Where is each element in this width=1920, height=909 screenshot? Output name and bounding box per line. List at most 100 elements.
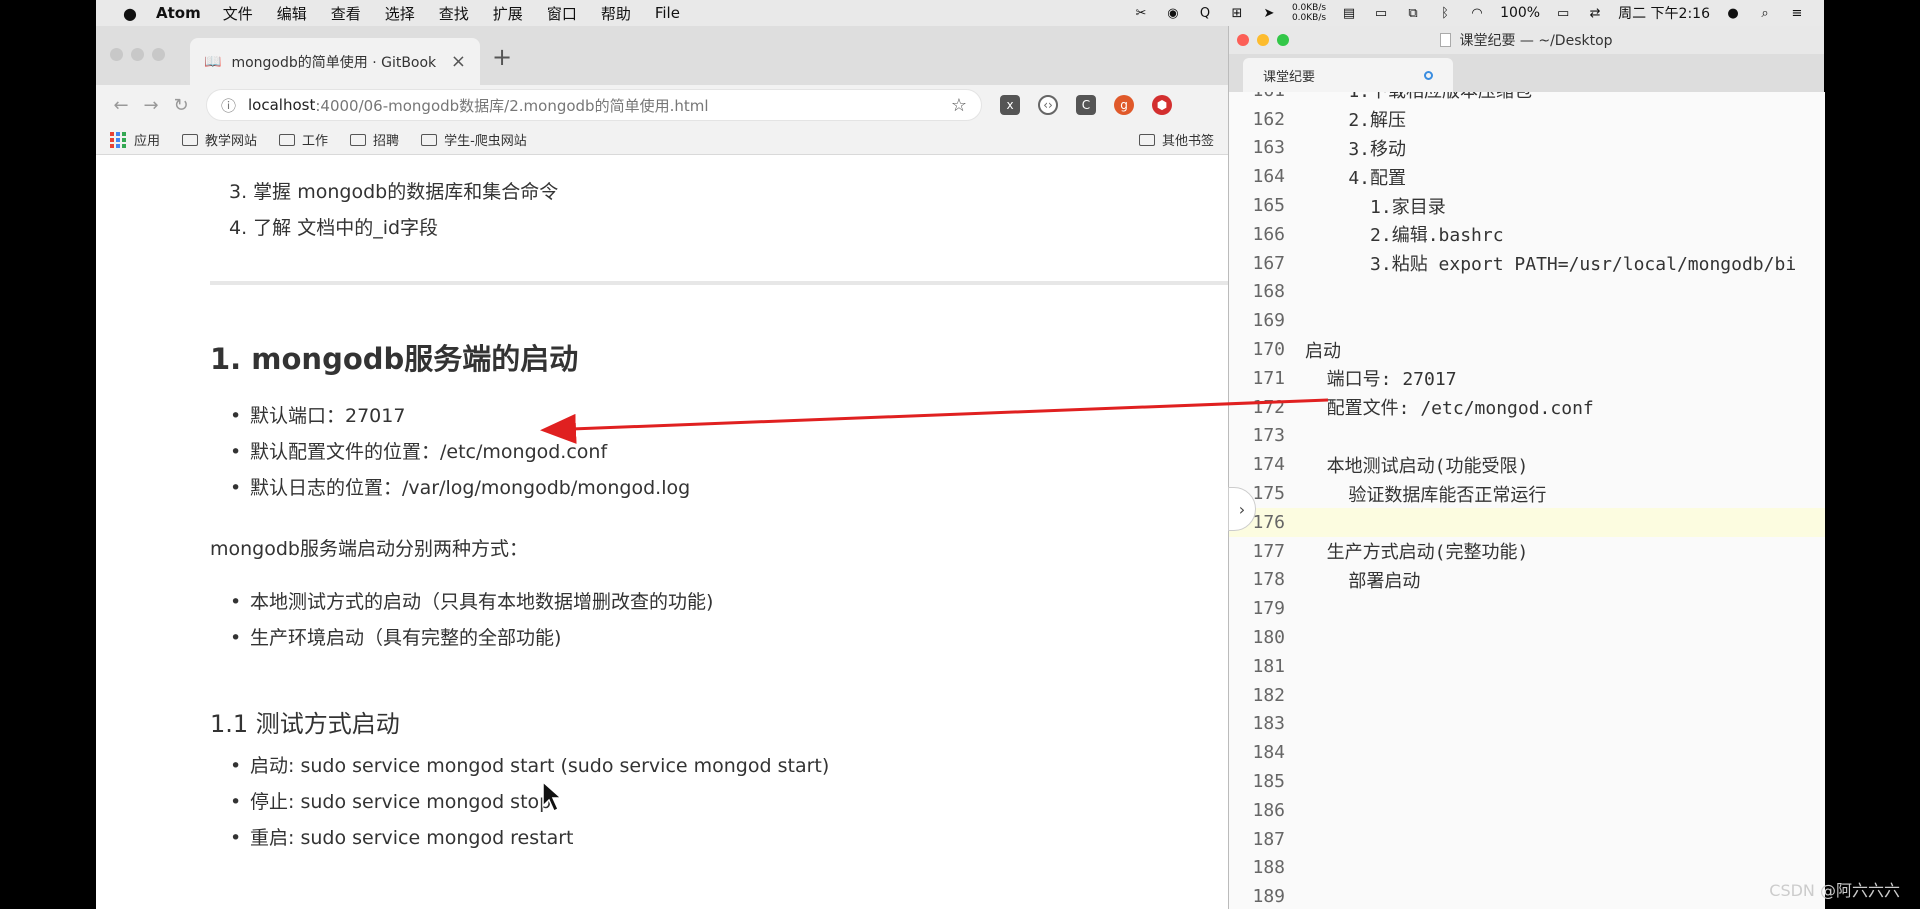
user-icon[interactable]: ● — [1724, 5, 1742, 21]
code-line[interactable]: 172 配置文件: /etc/mongod.conf — [1229, 393, 1825, 422]
close-window-button[interactable] — [1237, 34, 1249, 46]
search-icon[interactable]: ⌕ — [1756, 5, 1774, 21]
bookmark-teaching[interactable]: 教学网站 — [182, 130, 257, 149]
profile-avatar[interactable]: g — [1114, 95, 1134, 115]
code-line[interactable]: 161 1.下载相应版本压缩包 — [1229, 92, 1825, 105]
line-number: 179 — [1252, 598, 1285, 620]
list-icon[interactable]: ≡ — [1788, 5, 1806, 21]
code-line[interactable]: 170 启动 — [1229, 335, 1825, 364]
menu-file[interactable]: 文件 — [223, 3, 253, 24]
code-line[interactable]: 182 — [1229, 681, 1825, 710]
extension-red-icon[interactable]: ⬢ — [1152, 95, 1172, 115]
code-line[interactable]: 187 — [1229, 825, 1825, 854]
back-button[interactable]: ← — [106, 95, 136, 116]
extension-x-icon[interactable]: x — [1000, 95, 1020, 115]
code-line[interactable]: 176 — [1229, 508, 1825, 537]
window-icon[interactable]: ▤ — [1340, 5, 1358, 21]
code-line[interactable]: 168 — [1229, 278, 1825, 307]
code-line[interactable]: 186 — [1229, 796, 1825, 825]
close-window-button[interactable] — [110, 48, 123, 61]
code-line[interactable]: 184 — [1229, 738, 1825, 767]
code-line[interactable]: 174 本地测试启动(功能受限) — [1229, 450, 1825, 479]
code-line[interactable]: 177 生产方式启动(完整功能) — [1229, 537, 1825, 566]
line-text: 3.移动 — [1305, 138, 1407, 160]
copy-icon[interactable]: ⧉ — [1404, 5, 1422, 21]
code-line[interactable]: 179 — [1229, 594, 1825, 623]
code-line[interactable]: 188 — [1229, 854, 1825, 883]
bluetooth-icon[interactable]: ᛒ — [1436, 5, 1454, 21]
editor-tab[interactable]: 课堂纪要 — [1243, 58, 1453, 92]
new-tab-button[interactable]: + — [492, 43, 512, 71]
code-editor[interactable]: 161 1.下载相应版本压缩包162 2.解压163 3.移动164 4.配置1… — [1229, 92, 1825, 909]
browser-tab[interactable]: 📖 mongodb的简单使用 · GitBook × — [190, 38, 480, 85]
browser-window: 📖 mongodb的简单使用 · GitBook × + ← → ↻ ⓘ loc… — [96, 26, 1228, 909]
watermark: CSDN @阿六六六 — [1769, 881, 1900, 900]
minimize-window-button[interactable] — [1257, 34, 1269, 46]
code-line[interactable]: 175 验证数据库能否正常运行 — [1229, 479, 1825, 508]
code-line[interactable]: 189 — [1229, 882, 1825, 909]
menu-help[interactable]: 帮助 — [601, 3, 631, 24]
menu-selection[interactable]: 选择 — [385, 3, 415, 24]
url-path: :4000/06-mongodb数据库/2.mongodb的简单使用.html — [315, 96, 709, 115]
bookmark-label: 招聘 — [373, 134, 400, 149]
list-item: 默认端口：27017 — [210, 398, 690, 434]
code-line[interactable]: 180 — [1229, 623, 1825, 652]
reload-button[interactable]: ↻ — [166, 95, 196, 116]
line-text: 本地测试启动(功能受限) — [1305, 455, 1529, 477]
menu-window[interactable]: 窗口 — [547, 3, 577, 24]
record-icon[interactable]: ◉ — [1164, 5, 1182, 21]
minimize-window-button[interactable] — [131, 48, 144, 61]
menu-app-name[interactable]: Atom — [156, 4, 201, 22]
menu-file-en[interactable]: File — [655, 4, 680, 22]
wifi-icon[interactable]: ◠ — [1468, 5, 1486, 21]
clock[interactable]: 周二 下午2:16 — [1618, 3, 1710, 23]
q-icon[interactable]: Q — [1196, 5, 1214, 21]
scissors-icon[interactable]: ✂ — [1132, 5, 1150, 21]
bookmark-crawler[interactable]: 学生-爬虫网站 — [421, 130, 527, 149]
bookmark-apps[interactable]: 应用 — [110, 130, 160, 149]
extension-c-icon[interactable]: C — [1076, 95, 1096, 115]
code-line[interactable]: 171 端口号: 27017 — [1229, 364, 1825, 393]
send-icon[interactable]: ➤ — [1260, 5, 1278, 21]
extension-code-icon[interactable]: ‹› — [1038, 95, 1058, 115]
code-line[interactable]: 185 — [1229, 767, 1825, 796]
code-line[interactable]: 181 — [1229, 652, 1825, 681]
switch-icon[interactable]: ⇄ — [1586, 5, 1604, 21]
bookmark-label: 工作 — [302, 134, 329, 149]
line-number: 173 — [1252, 425, 1285, 447]
bookmark-other[interactable]: 其他书签 — [1138, 130, 1214, 149]
code-line[interactable]: 178 部署启动 — [1229, 566, 1825, 595]
line-text: 验证数据库能否正常运行 — [1305, 484, 1547, 506]
section-heading: 1. mongodb服务端的启动 — [210, 342, 579, 376]
code-line[interactable]: 169 — [1229, 306, 1825, 335]
code-line[interactable]: 164 4.配置 — [1229, 162, 1825, 191]
code-line[interactable]: 166 2.编辑.bashrc — [1229, 220, 1825, 249]
editor-window-controls — [1237, 34, 1289, 46]
code-line[interactable]: 163 3.移动 — [1229, 134, 1825, 163]
battery-icon[interactable]: ▭ — [1554, 5, 1572, 21]
code-line[interactable]: 162 2.解压 — [1229, 105, 1825, 134]
menu-view[interactable]: 查看 — [331, 3, 361, 24]
apple-icon[interactable]: ● — [116, 4, 144, 23]
bookmark-work[interactable]: 工作 — [279, 130, 328, 149]
menu-packages[interactable]: 扩展 — [493, 3, 523, 24]
code-line[interactable]: 183 — [1229, 710, 1825, 739]
grid-icon[interactable]: ⊞ — [1228, 5, 1246, 21]
close-tab-icon[interactable]: × — [451, 51, 466, 72]
forward-button[interactable]: → — [136, 95, 166, 116]
maximize-window-button[interactable] — [1277, 34, 1289, 46]
code-line[interactable]: 167 3.粘贴 export PATH=/usr/local/mongodb/… — [1229, 249, 1825, 278]
menu-find[interactable]: 查找 — [439, 3, 469, 24]
menu-edit[interactable]: 编辑 — [277, 3, 307, 24]
bookmark-jobs[interactable]: 招聘 — [350, 130, 399, 149]
net-speed: 0.0KB/s 0.0KB/s — [1292, 3, 1326, 23]
display-icon[interactable]: ▭ — [1372, 5, 1390, 21]
bookmark-star-icon[interactable]: ☆ — [951, 95, 967, 116]
code-line[interactable]: 173 — [1229, 422, 1825, 451]
code-line[interactable]: 165 1.家目录 — [1229, 191, 1825, 220]
url-input[interactable]: ⓘ localhost :4000/06-mongodb数据库/2.mongod… — [206, 89, 982, 121]
maximize-window-button[interactable] — [152, 48, 165, 61]
info-icon[interactable]: ⓘ — [221, 95, 236, 116]
subsection-heading: 1.1 测试方式启动 — [210, 710, 400, 738]
modified-dot-icon[interactable] — [1424, 70, 1433, 80]
